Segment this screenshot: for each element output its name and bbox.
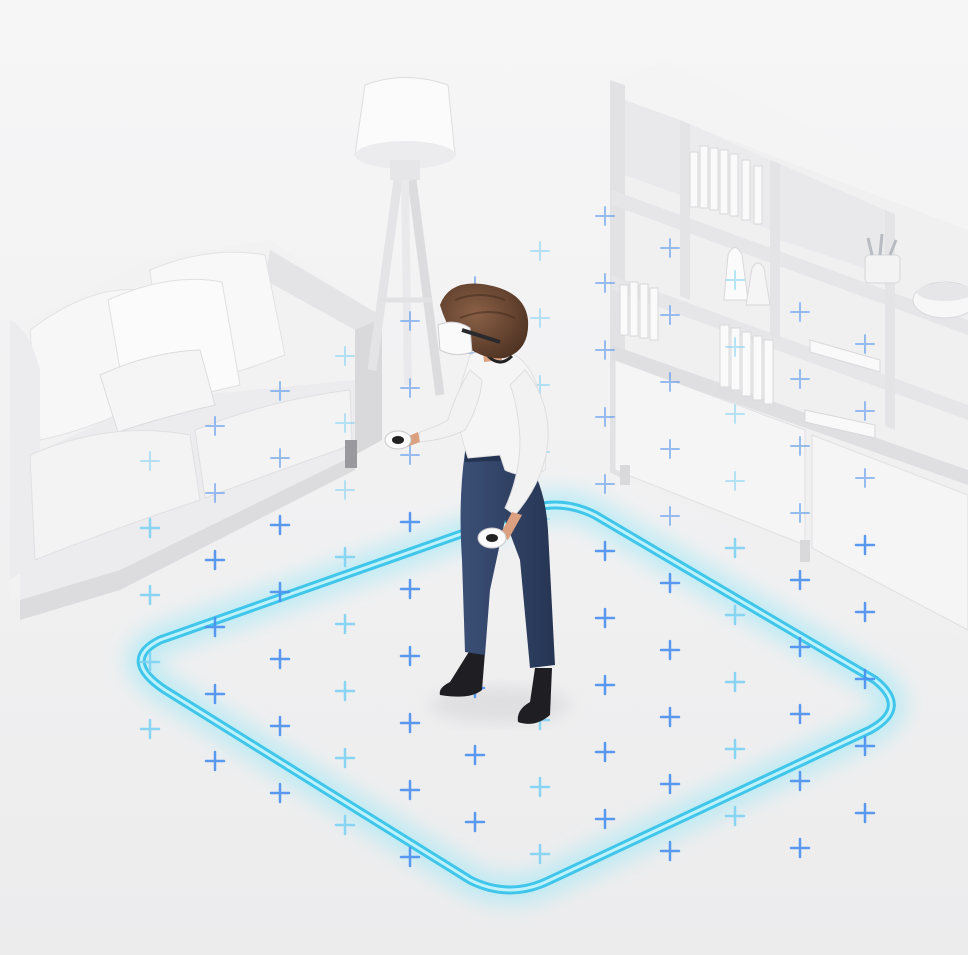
vr-guardian-illustration — [0, 0, 968, 955]
scene-canvas — [0, 0, 968, 955]
controller-icon — [477, 527, 507, 549]
controller-icon — [384, 430, 412, 450]
